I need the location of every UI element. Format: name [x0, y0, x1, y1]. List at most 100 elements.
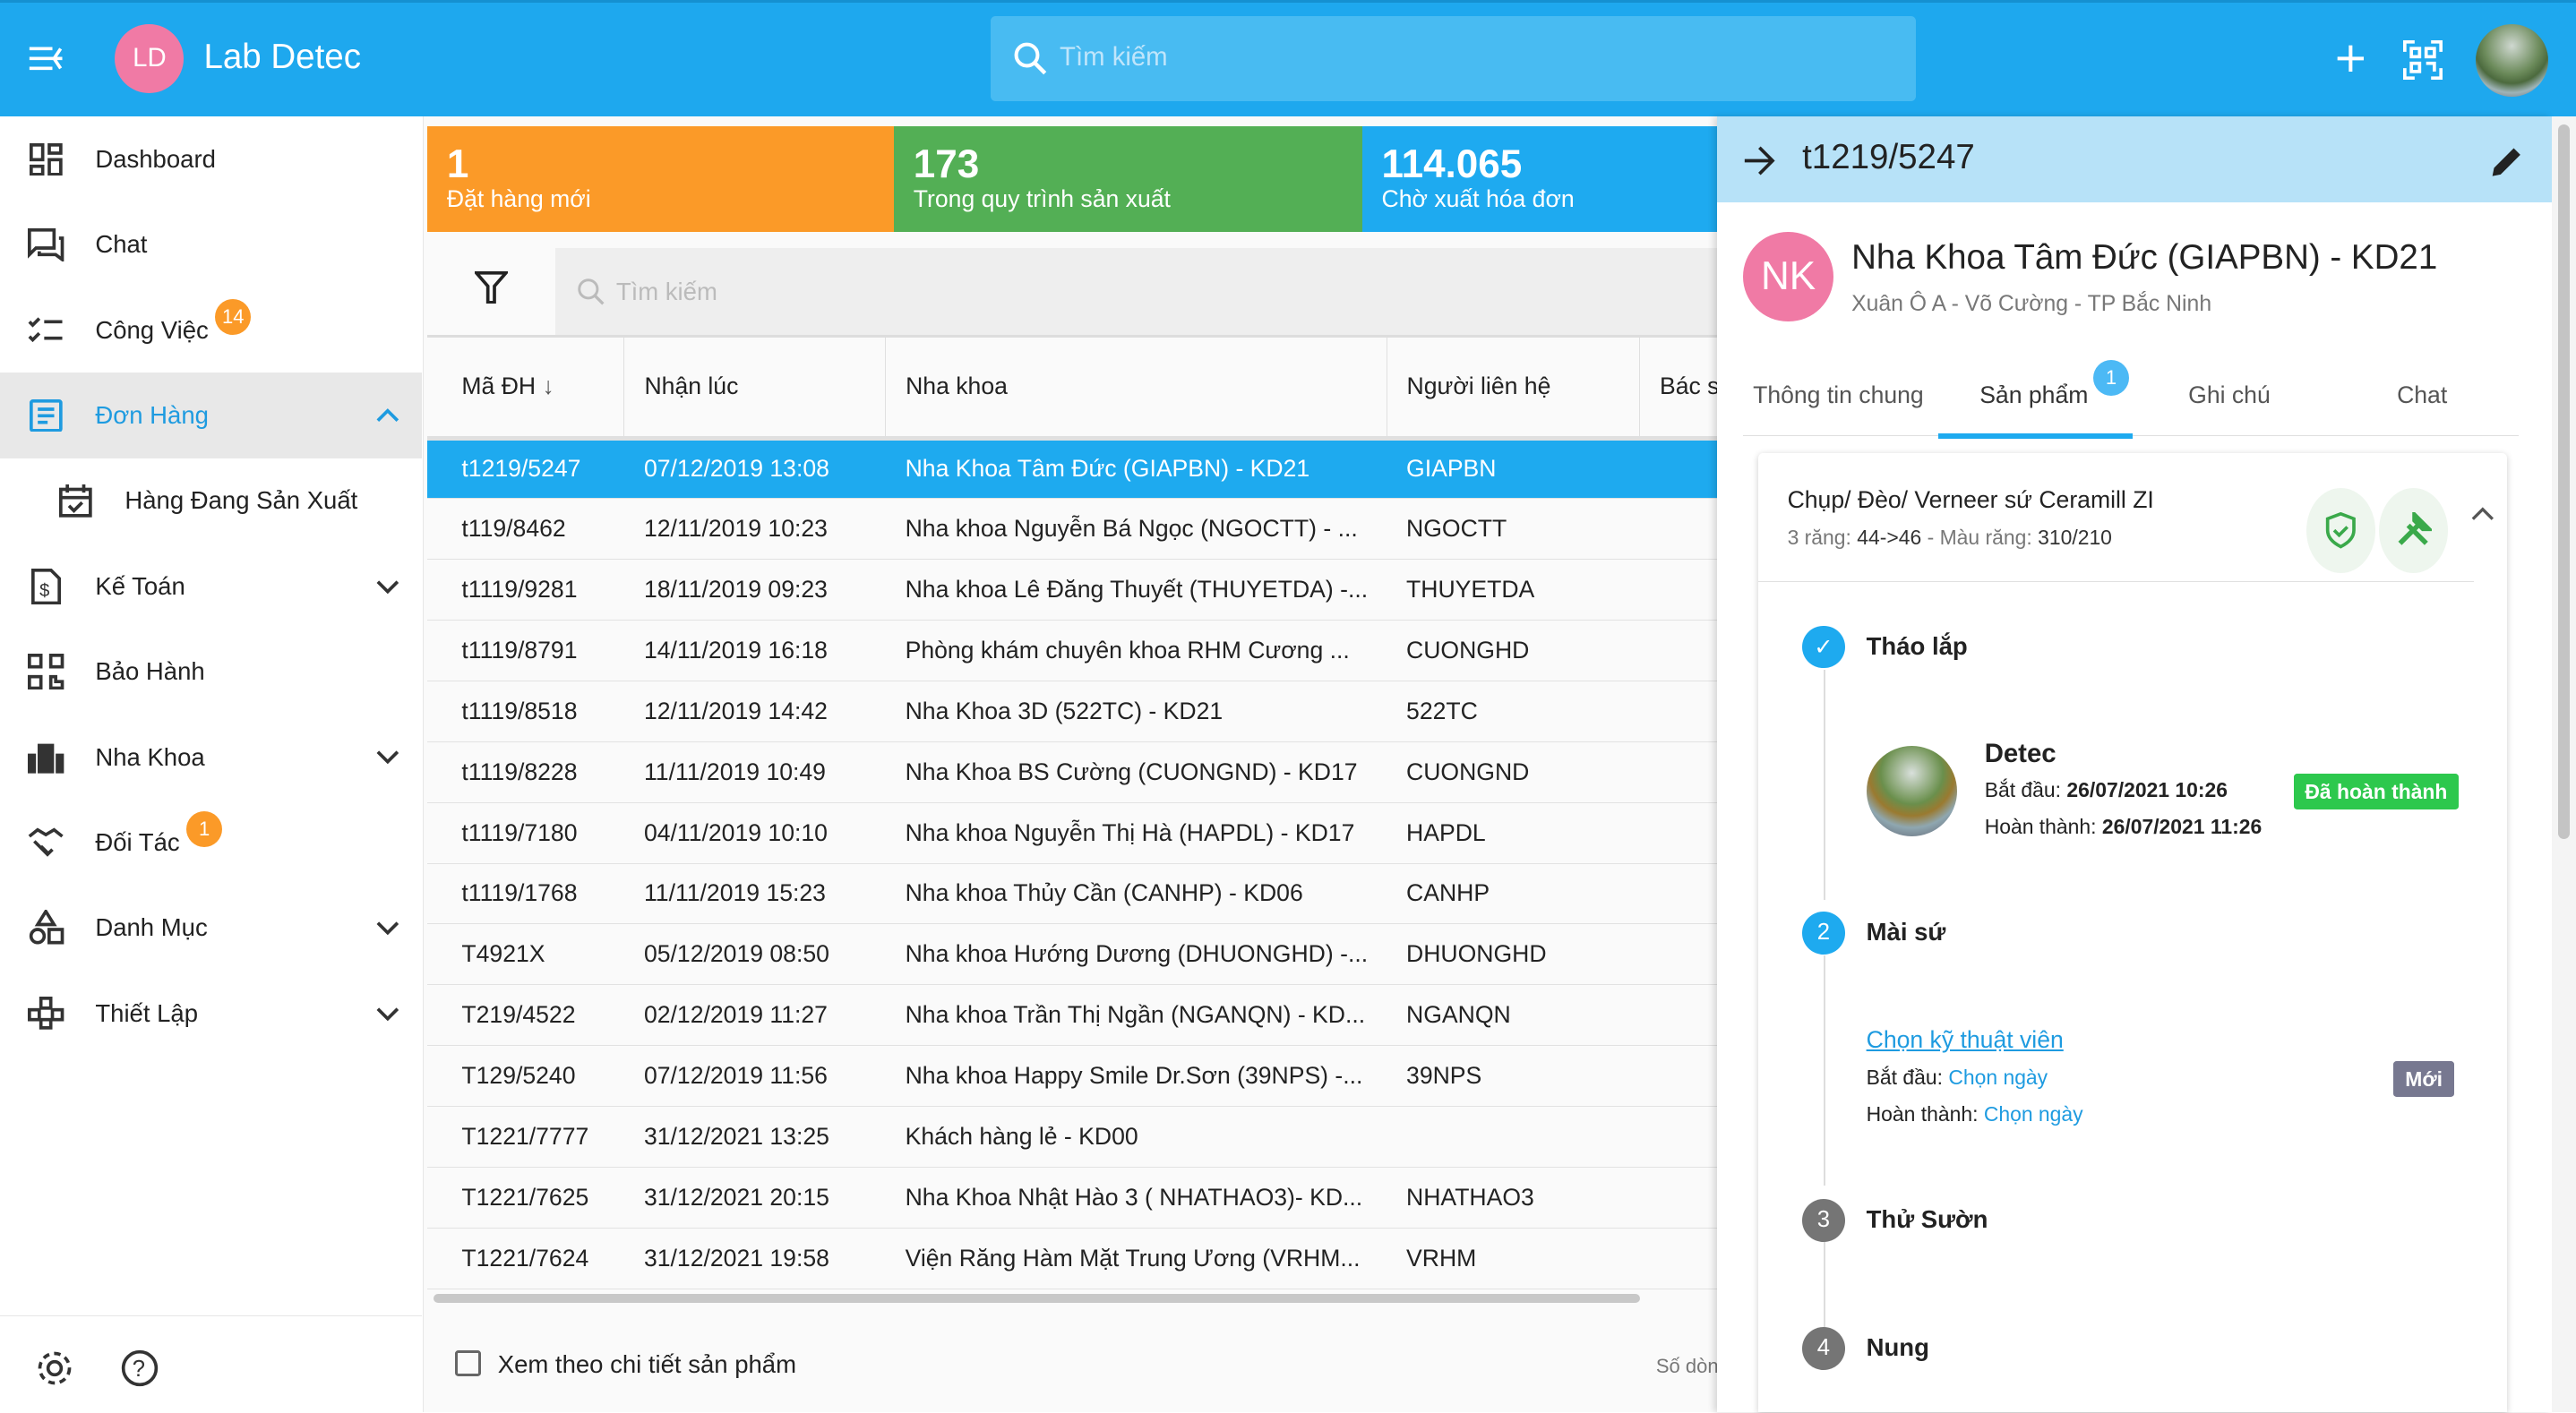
search-input[interactable]: Tìm kiếm	[991, 15, 1916, 102]
table-row[interactable]: T4921X 05/12/2019 08:50 Nha khoa Hướng Dươ…	[426, 923, 1717, 985]
column-header-nhan-luc[interactable]: Nhận lúc	[623, 338, 887, 439]
arrow-right-icon[interactable]	[1743, 146, 1776, 176]
table-cell: 39NPS	[1406, 1062, 1482, 1090]
table-cell	[1640, 438, 1717, 499]
table-row[interactable]: t1219/5247 07/12/2019 13:08 Nha Khoa Tâm Đ…	[426, 438, 1717, 499]
table-cell: Nha khoa Thủy Cần (CANHP) - KD06	[905, 879, 1303, 907]
tab-thong-tin-chung[interactable]: Thông tin chung	[1753, 381, 1924, 409]
table-cell: 12/11/2019 14:42	[643, 697, 828, 724]
table-cell: NGANQN	[1406, 1001, 1511, 1029]
help-icon[interactable]: ?	[120, 1349, 159, 1388]
sidebar-item-ke-toan[interactable]: $ Kế Toán	[0, 544, 422, 629]
qr-scan-icon[interactable]	[2403, 40, 2443, 87]
sidebar-item-danh-muc[interactable]: Danh Mục	[0, 886, 422, 971]
table-row[interactable]: T1221/7777 31/12/2021 13:25 Khách hàng lẻ …	[426, 1106, 1717, 1168]
table-cell: HAPDL	[1406, 818, 1486, 846]
column-header-bac-si[interactable]: Bác s	[1640, 338, 1717, 438]
vertical-scrollbar[interactable]	[2557, 124, 2570, 840]
column-header-nguoi-lien-he[interactable]: Người liên hệ	[1387, 338, 1640, 439]
table-row[interactable]: t1119/8791 14/11/2019 16:18 Phòng khám chu…	[426, 620, 1717, 681]
sidebar-item-label: Nha Khoa	[95, 742, 205, 771]
table-cell	[1640, 802, 1717, 863]
stat-value: 173	[913, 141, 980, 186]
sidebar-item-chat[interactable]: Chat	[0, 202, 422, 287]
product-detail-checkbox[interactable]	[455, 1349, 482, 1377]
table-cell: t119/8462	[461, 515, 566, 543]
order-icon	[28, 398, 64, 433]
table-cell: Khách hàng lẻ - KD00	[905, 1122, 1138, 1150]
choose-technician-link[interactable]: Chọn kỹ thuật viên	[1867, 1026, 2064, 1054]
end-label: Hoàn thành:	[1866, 1101, 1979, 1126]
warranty-shield-icon[interactable]	[2306, 487, 2376, 574]
status-badge: Đã hoàn thành	[2293, 773, 2460, 810]
choose-start-date-link[interactable]: Chọn ngày	[1948, 1066, 2048, 1089]
table-cell: Nha khoa Lê Đăng Thuyết (THUYETDA) -...	[905, 576, 1369, 604]
table-row[interactable]: t1119/8228 11/11/2019 10:49 Nha Khoa BS Cư…	[426, 741, 1717, 803]
table-row[interactable]: t1119/1768 11/11/2019 15:23 Nha khoa Thủy …	[426, 863, 1717, 924]
sidebar-item-bao-hanh[interactable]: Bảo Hành	[0, 629, 422, 714]
checkbox-label: Xem theo chi tiết sản phẩm	[497, 1349, 796, 1378]
column-header-ma-dh[interactable]: Mã ĐH ↓	[426, 338, 625, 439]
svg-text:$: $	[39, 581, 49, 601]
sidebar-item-hang-dang-san-xuat[interactable]: Hàng Đang Sản Xuất	[0, 458, 422, 544]
chevron-up-icon[interactable]	[2471, 506, 2494, 522]
table-cell	[1640, 741, 1717, 802]
table-row[interactable]: t119/8462 12/11/2019 10:23 Nha khoa Nguyễn…	[426, 498, 1717, 560]
sidebar-item-label: Chat	[95, 230, 148, 259]
edit-pencil-icon[interactable]	[2489, 143, 2525, 179]
tab-ghi-chu[interactable]: Ghi chú	[2188, 381, 2271, 409]
filter-icon[interactable]	[475, 270, 508, 304]
timeline-line	[1823, 1241, 1825, 1327]
horizontal-scrollbar[interactable]	[434, 1294, 1640, 1303]
column-header-nha-khoa[interactable]: Nha khoa	[885, 338, 1387, 439]
table-cell	[1640, 863, 1717, 924]
clinic-name: Nha Khoa Tâm Đức (GIAPBN) - KD21	[1851, 237, 2438, 277]
table-cell	[1640, 985, 1717, 1046]
chevron-down-icon	[376, 1006, 399, 1021]
table-row[interactable]: T219/4522 02/12/2019 11:27 Nha khoa Trần T…	[426, 984, 1717, 1046]
step-title: Nung	[1866, 1333, 1929, 1362]
sidebar-item-label: Thiết Lập	[95, 998, 199, 1027]
step-title: Tháo lắp	[1866, 632, 1968, 661]
table-cell: 07/12/2019 11:56	[643, 1062, 828, 1090]
table-cell	[1640, 924, 1717, 985]
table-cell: 11/11/2019 15:23	[643, 879, 826, 907]
stat-new-orders[interactable]: 1 Đặt hàng mới	[426, 126, 894, 232]
tab-chat[interactable]: Chat	[2397, 381, 2447, 409]
building-icon	[28, 739, 64, 775]
table-row[interactable]: T1221/7624 31/12/2021 19:58 Viện Răng Hàm …	[426, 1228, 1717, 1289]
tools-icon[interactable]	[2378, 487, 2448, 574]
table-cell	[1640, 1046, 1717, 1107]
table-cell: 522TC	[1406, 697, 1478, 724]
plus-icon[interactable]	[2334, 42, 2367, 82]
orders-search-input[interactable]: Tìm kiếm	[554, 247, 1717, 336]
settings-icon[interactable]	[35, 1349, 74, 1388]
sidebar-item-don-hang[interactable]: Đơn Hàng	[0, 373, 423, 458]
stat-awaiting-invoice[interactable]: 114.065 Chờ xuất hóa đơn	[1361, 126, 1717, 232]
sidebar-item-dashboard[interactable]: Dashboard	[0, 116, 422, 201]
sidebar-item-thiet-lap[interactable]: Thiết Lập	[0, 971, 422, 1056]
step-start: Bắt đầu: Chọn ngày	[1867, 1066, 2048, 1090]
step-end: Hoàn thành: 26/07/2021 11:26	[1985, 815, 2263, 839]
sidebar-item-label: Dashboard	[95, 144, 216, 173]
menu-icon[interactable]	[28, 42, 64, 82]
table-row[interactable]: t1119/7180 04/11/2019 10:10 Nha khoa Nguyễ…	[426, 802, 1717, 864]
table-cell: t1119/8518	[461, 697, 578, 724]
table-row[interactable]: T1221/7625 31/12/2021 20:15 Nha Khoa Nhật …	[426, 1167, 1717, 1229]
table-row[interactable]: t1119/8518 12/11/2019 14:42 Nha Khoa 3D (5…	[426, 681, 1717, 742]
table-row[interactable]: T129/5240 07/12/2019 11:56 Nha khoa Happy …	[426, 1045, 1717, 1107]
step-number: 2	[1802, 911, 1845, 955]
sidebar-item-cong-viec[interactable]: Công Việc 14	[0, 287, 422, 373]
table-cell: Nha khoa Hướng Dương (DHUONGHD) -...	[905, 940, 1369, 968]
choose-end-date-link[interactable]: Chọn ngày	[1984, 1102, 2083, 1126]
stat-label: Chờ xuất hóa đơn	[1381, 185, 1575, 213]
sidebar-item-doi-tac[interactable]: Đối Tác 1	[0, 800, 422, 885]
shade-label: - Màu răng:	[1921, 525, 2032, 549]
stat-in-production[interactable]: 173 Trong quy trình sản xuất	[893, 126, 1362, 232]
sidebar-item-nha-khoa[interactable]: Nha Khoa	[0, 715, 422, 800]
user-avatar[interactable]	[2476, 23, 2548, 97]
tab-san-pham[interactable]: Sản phẩm	[1979, 381, 2088, 409]
table-cell: 11/11/2019 10:49	[643, 758, 826, 785]
table-row[interactable]: t1119/9281 18/11/2019 09:23 Nha khoa Lê Đă…	[426, 559, 1717, 621]
notification-badge: 14	[215, 298, 252, 336]
